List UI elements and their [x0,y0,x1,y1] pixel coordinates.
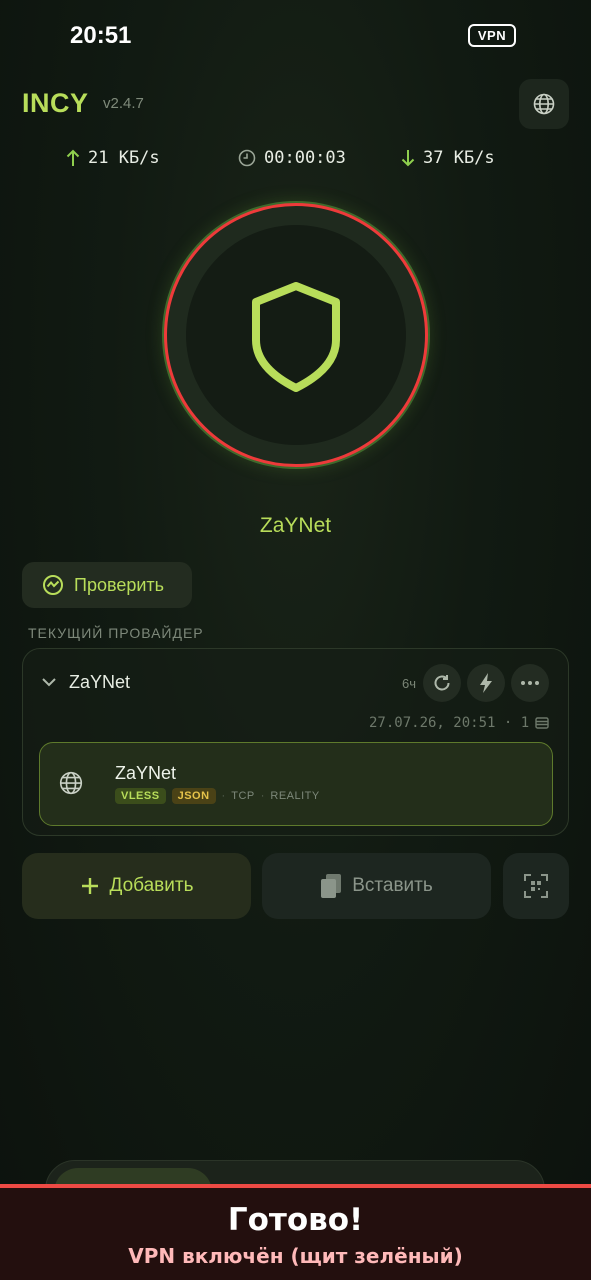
shield-icon [252,282,340,392]
arrow-up-icon [66,149,80,166]
add-button[interactable]: Добавить [22,853,251,919]
lightning-icon [480,673,492,693]
globe-icon [533,93,555,115]
provider-update-age: 6ч [402,676,417,691]
server-item[interactable]: ZaYNet VLESS JSON · TCP · REALITY [39,742,553,826]
security-tag: REALITY [270,790,320,802]
format-tag: JSON [171,788,216,804]
upload-speed-value: 21 КБ/s [88,148,160,168]
banner-subtitle: VPN включён (щит зелёный) [128,1244,463,1268]
check-button[interactable]: Проверить [22,562,192,608]
arrow-down-icon [401,150,415,167]
server-item-name: ZaYNet [115,763,177,783]
plus-icon [81,878,98,894]
refresh-button[interactable] [423,664,461,702]
provider-card: ZaYNet 6ч 27.07.26, 20:51 · 1 ZaYNet VLE… [22,648,569,836]
server-list-icon [535,717,549,729]
provider-meta-text: 27.07.26, 20:51 · 1 [369,715,530,731]
more-button[interactable] [511,664,549,702]
globe-icon [59,771,83,795]
session-timer: 00:00:03 [238,148,346,168]
banner-title: Готово! [227,1202,364,1238]
check-button-label: Проверить [74,574,165,595]
scan-qr-button[interactable] [503,853,569,919]
notification-banner: Готово! VPN включён (щит зелёный) [0,1184,591,1280]
add-button-label: Добавить [109,875,194,896]
separator: · [221,790,226,802]
speedtest-icon [43,575,63,595]
download-speed-value: 37 КБ/s [423,148,495,168]
app-version: v2.4.7 [103,95,144,112]
provider-name[interactable]: ZaYNet [69,672,130,693]
more-dots-icon [521,681,539,685]
app-brand: INCY [22,88,89,118]
upload-speed: 21 КБ/s [66,148,160,168]
transport-tag: TCP [231,790,255,802]
provider-section-label: ТЕКУЩИЙ ПРОВАЙДЕР [28,625,204,641]
download-speed: 37 КБ/s [401,148,495,168]
session-timer-value: 00:00:03 [264,148,346,168]
vpn-status-badge: VPN [468,24,516,47]
ping-button[interactable] [467,664,505,702]
paste-button-label: Вставить [352,875,433,896]
provider-meta: 27.07.26, 20:51 · 1 [369,715,549,731]
refresh-icon [434,675,450,691]
server-tags: VLESS JSON · TCP · REALITY [115,788,320,804]
status-time: 20:51 [70,22,132,49]
language-button[interactable] [519,79,569,129]
separator: · [260,790,265,802]
clock-icon [238,149,256,167]
paste-button[interactable]: Вставить [262,853,491,919]
clipboard-icon [321,874,342,898]
qr-scan-icon [524,874,548,898]
connected-server-name: ZaYNet [259,514,332,537]
protocol-tag: VLESS [115,788,166,804]
chevron-down-icon[interactable] [41,676,57,688]
